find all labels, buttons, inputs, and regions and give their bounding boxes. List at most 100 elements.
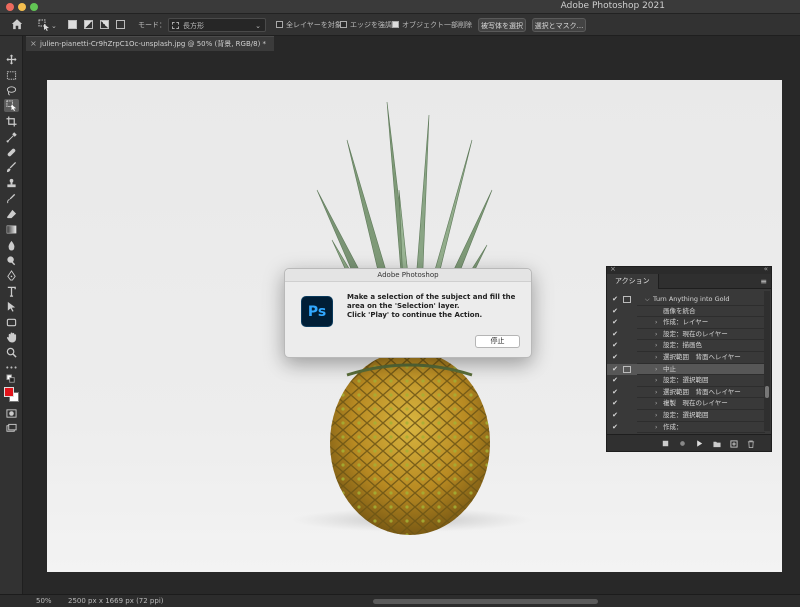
checkmark-icon[interactable]: ✔	[611, 306, 619, 318]
minimize-window-button[interactable]	[18, 3, 26, 11]
checkmark-icon[interactable]: ✔	[611, 340, 619, 352]
stop-playing-button[interactable]	[661, 439, 670, 448]
action-stop-dialog: Adobe Photoshop Ps Make a selection of t…	[284, 268, 532, 358]
horizontal-scrollbar[interactable]	[373, 599, 598, 604]
scrollbar-thumb[interactable]	[765, 386, 769, 398]
dialog-message-line: Click 'Play' to continue the Action.	[347, 311, 483, 319]
type-tool[interactable]	[4, 285, 19, 298]
actions-scrollbar[interactable]	[764, 291, 770, 431]
dialog-toggle-icon[interactable]	[623, 365, 631, 373]
record-button[interactable]	[678, 439, 687, 448]
magnifier-icon	[6, 347, 17, 358]
checkmark-icon[interactable]: ✔	[611, 375, 619, 387]
eyedropper-tool[interactable]	[4, 131, 19, 144]
checkmark-icon[interactable]: ✔	[611, 410, 619, 422]
object-subtract-checkbox[interactable]	[392, 21, 399, 28]
dialog-message: Make a selection of the subject and fill…	[347, 293, 527, 320]
crop-tool[interactable]	[4, 115, 19, 128]
play-selection-button[interactable]	[695, 439, 704, 448]
default-colors-icon	[6, 374, 15, 383]
tab-actions[interactable]: アクション	[607, 274, 659, 289]
zoom-level[interactable]: 50%	[36, 597, 52, 605]
select-subject-button[interactable]: 被写体を選択	[478, 18, 526, 32]
blur-tool[interactable]	[4, 239, 19, 252]
move-icon	[6, 54, 17, 65]
clone-stamp-tool[interactable]	[4, 177, 19, 190]
gradient-tool[interactable]	[4, 223, 19, 236]
collapse-icon[interactable]: «	[764, 265, 768, 273]
intersect-selection-icon[interactable]	[116, 20, 125, 29]
lasso-tool[interactable]	[4, 84, 19, 97]
pen-tool[interactable]	[4, 269, 19, 282]
foreground-color-swatch[interactable]	[4, 387, 14, 397]
home-button[interactable]	[10, 18, 26, 32]
quick-mask-button[interactable]	[4, 407, 19, 420]
healing-brush-tool[interactable]	[4, 146, 19, 159]
rectangle-tool[interactable]	[4, 316, 19, 329]
object-selection-tool-preset[interactable]	[38, 19, 50, 31]
object-selection-tool[interactable]	[4, 99, 19, 112]
folder-icon	[712, 441, 721, 447]
delete-button[interactable]	[746, 439, 755, 448]
dodge-tool[interactable]	[4, 254, 19, 267]
chevron-down-icon[interactable]: ⌄	[51, 19, 57, 33]
checkmark-icon[interactable]: ✔	[611, 387, 619, 399]
photoshop-logo-icon: Ps	[301, 296, 333, 327]
marquee-tool[interactable]	[4, 69, 19, 82]
tools-panel: •••	[0, 36, 23, 594]
close-icon[interactable]: ×	[610, 265, 616, 273]
edit-toolbar-button[interactable]: •••	[4, 361, 19, 374]
default-colors-button[interactable]	[4, 374, 19, 384]
enhance-edge-checkbox[interactable]	[340, 21, 347, 28]
zoom-window-button[interactable]	[30, 3, 38, 11]
checkmark-icon[interactable]: ✔	[611, 317, 619, 329]
select-and-mask-button[interactable]: 選択とマスク...	[532, 18, 586, 32]
eraser-tool[interactable]	[4, 208, 19, 221]
new-action-button[interactable]	[729, 439, 738, 448]
actions-panel: × « アクション ≡ ✔ ⌵ Turn Anything into Gold ✔ 画像…	[606, 265, 772, 452]
dialog-message-line: Make a selection of the subject and fill…	[347, 293, 516, 301]
close-window-button[interactable]	[6, 3, 14, 11]
close-icon[interactable]: ×	[30, 37, 37, 51]
checkmark-icon[interactable]: ✔	[611, 294, 619, 306]
status-bar: 50% 2500 px x 1669 px (72 ppi)	[0, 594, 800, 607]
app-title: Adobe Photoshop 2021	[560, 1, 665, 11]
document-tab-label: julien-pianetti-Cr9hZrpC1Oc-unsplash.jpg…	[40, 40, 267, 48]
checkmark-icon[interactable]: ✔	[611, 329, 619, 341]
checkmark-icon[interactable]: ✔	[611, 364, 619, 376]
checkmark-icon[interactable]: ✔	[611, 398, 619, 410]
sample-all-layers-label: 全レイヤーを対象	[286, 21, 342, 29]
dodge-icon	[7, 256, 16, 266]
history-brush-tool[interactable]	[4, 192, 19, 205]
hand-icon	[6, 332, 17, 343]
bandage-icon	[7, 148, 16, 157]
panel-menu-icon[interactable]: ≡	[760, 277, 767, 286]
dialog-toggle-icon[interactable]	[623, 296, 631, 303]
checkmark-icon[interactable]: ✔	[611, 422, 619, 434]
path-selection-tool[interactable]	[4, 300, 19, 313]
chevron-down-icon: ⌄	[255, 22, 261, 30]
brush-icon	[6, 162, 17, 173]
object-subtract-label: オブジェクト一部削除	[402, 21, 472, 29]
object-selection-icon	[38, 19, 49, 31]
title-bar: Adobe Photoshop 2021	[0, 0, 800, 14]
document-tab[interactable]: × julien-pianetti-Cr9hZrpC1Oc-unsplash.j…	[26, 36, 275, 51]
new-set-button[interactable]	[712, 439, 721, 448]
droplet-icon	[8, 240, 15, 251]
document-size: 2500 px x 1669 px (72 ppi)	[68, 597, 164, 605]
record-icon	[680, 441, 685, 446]
move-tool[interactable]	[4, 53, 19, 66]
screen-mode-button[interactable]	[4, 422, 19, 435]
new-selection-icon[interactable]	[68, 20, 77, 29]
mode-select[interactable]: 長方形 ⌄	[168, 18, 266, 32]
checkmark-icon[interactable]: ✔	[611, 352, 619, 364]
zoom-tool[interactable]	[4, 346, 19, 359]
subtract-selection-icon[interactable]	[100, 20, 109, 29]
rectangle-marquee-icon	[6, 71, 17, 80]
hand-tool[interactable]	[4, 331, 19, 344]
stop-button[interactable]: 停止	[475, 335, 520, 348]
sample-all-layers-checkbox[interactable]	[276, 21, 283, 28]
stop-icon	[662, 440, 669, 447]
brush-tool[interactable]	[4, 161, 19, 174]
add-selection-icon[interactable]	[84, 20, 93, 29]
